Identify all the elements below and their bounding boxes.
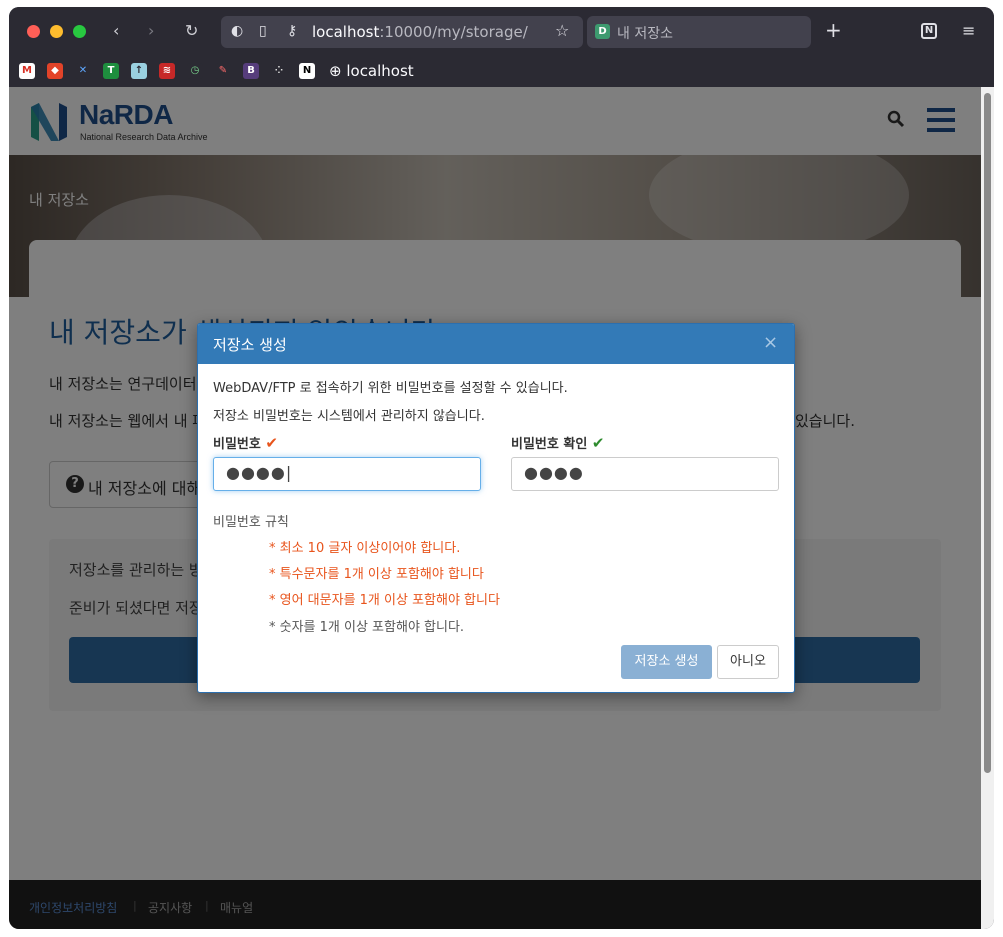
bookmarks-bar: M ◆ ✕ T ↑ ≋ ◷ ✎ B ⁘ N ⊕ localhost — [9, 57, 994, 87]
close-window-button[interactable] — [27, 25, 40, 38]
browser-window: ‹ › ↻ ◐ ▯ ⚷ localhost:10000/my/storage/ … — [9, 7, 994, 929]
sheet-bookmark-icon[interactable]: T — [103, 63, 119, 79]
upload-bookmark-icon[interactable]: ↑ — [131, 63, 147, 79]
forward-icon[interactable]: › — [148, 20, 154, 42]
url-host: localhost — [312, 23, 380, 41]
tab-title: 내 저장소 — [617, 26, 673, 42]
confirm-password-label-text: 비밀번호 확인 — [511, 437, 588, 452]
dialog-description-1: WebDAV/FTP 로 접속하기 위한 비밀번호를 설정할 수 있습니다. — [213, 381, 568, 396]
gmail-bookmark-icon[interactable]: M — [19, 63, 35, 79]
tool-bookmark-icon[interactable]: ✎ — [215, 63, 231, 79]
password-rules-heading: 비밀번호 규칙 — [213, 515, 289, 530]
address-bar[interactable]: ◐ ▯ ⚷ localhost:10000/my/storage/ ☆ — [221, 16, 583, 48]
localhost-bookmark-label: localhost — [346, 62, 414, 80]
key-icon[interactable]: ⚷ — [287, 23, 297, 39]
browser-tab[interactable]: D 내 저장소 — [587, 16, 811, 48]
close-icon[interactable]: × — [763, 332, 778, 353]
dialog-title: 저장소 생성 — [213, 336, 287, 354]
scrollbar-thumb[interactable] — [984, 93, 991, 773]
page-icon: ▯ — [259, 23, 267, 39]
confirm-password-label: 비밀번호 확인 ✔ — [511, 433, 604, 452]
password-rule-special: * 특수문자를 1개 이상 포함해야 합니다 — [269, 567, 484, 582]
mail-bookmark-icon[interactable]: ✕ — [75, 63, 91, 79]
dots-bookmark-icon[interactable]: ⁘ — [271, 63, 287, 79]
localhost-bookmark[interactable]: ⊕ localhost — [329, 62, 414, 80]
clock-bookmark-icon[interactable]: ◷ — [187, 63, 203, 79]
password-label-text: 비밀번호 — [213, 437, 261, 452]
password-rule-length: * 최소 10 글자 이상이어야 합니다. — [269, 541, 461, 556]
browser-titlebar: ‹ › ↻ ◐ ▯ ⚷ localhost:10000/my/storage/ … — [9, 7, 994, 57]
check-icon: ✔ — [265, 434, 278, 452]
back-icon[interactable]: ‹ — [113, 20, 119, 42]
check-icon: ✔ — [591, 434, 605, 452]
shield-icon[interactable]: ◐ — [231, 23, 243, 39]
dialog-description-2: 저장소 비밀번호는 시스템에서 관리하지 않습니다. — [213, 409, 485, 424]
cancel-button[interactable]: 아니오 — [717, 645, 779, 679]
password-input[interactable]: ●●●●| — [213, 457, 481, 491]
create-storage-dialog: 저장소 생성 × WebDAV/FTP 로 접속하기 위한 비밀번호를 설정할 … — [197, 323, 795, 693]
maximize-window-button[interactable] — [73, 25, 86, 38]
url-path: :10000/my/storage/ — [379, 23, 528, 41]
notion-bookmark-icon[interactable]: N — [299, 63, 315, 79]
new-tab-icon[interactable]: + — [825, 18, 842, 42]
bookmark-star-icon[interactable]: ☆ — [555, 21, 569, 40]
gitlab-bookmark-icon[interactable]: ◆ — [47, 63, 63, 79]
page-scrollbar[interactable] — [981, 87, 994, 929]
create-storage-button[interactable]: 저장소 생성 — [621, 645, 712, 679]
confirm-password-input[interactable]: ●●●● — [511, 457, 779, 491]
url-text[interactable]: localhost:10000/my/storage/ — [312, 23, 528, 41]
app-bookmark-icon[interactable]: ≋ — [159, 63, 175, 79]
tab-favicon-icon: D — [595, 24, 610, 39]
minimize-window-button[interactable] — [50, 25, 63, 38]
hamburger-menu-icon[interactable]: ≡ — [962, 21, 975, 40]
page-viewport: NaRDA National Research Data Archive 내 저… — [9, 87, 981, 929]
dialog-header: 저장소 생성 × — [198, 324, 794, 364]
password-label: 비밀번호 ✔ — [213, 433, 278, 452]
bootstrap-bookmark-icon[interactable]: B — [243, 63, 259, 79]
password-rule-uppercase: * 영어 대문자를 1개 이상 포함해야 합니다 — [269, 593, 500, 608]
reload-icon[interactable]: ↻ — [185, 20, 198, 42]
password-rule-digit: * 숫자를 1개 이상 포함해야 합니다. — [269, 620, 465, 635]
notion-extension-icon[interactable]: N — [921, 23, 937, 39]
